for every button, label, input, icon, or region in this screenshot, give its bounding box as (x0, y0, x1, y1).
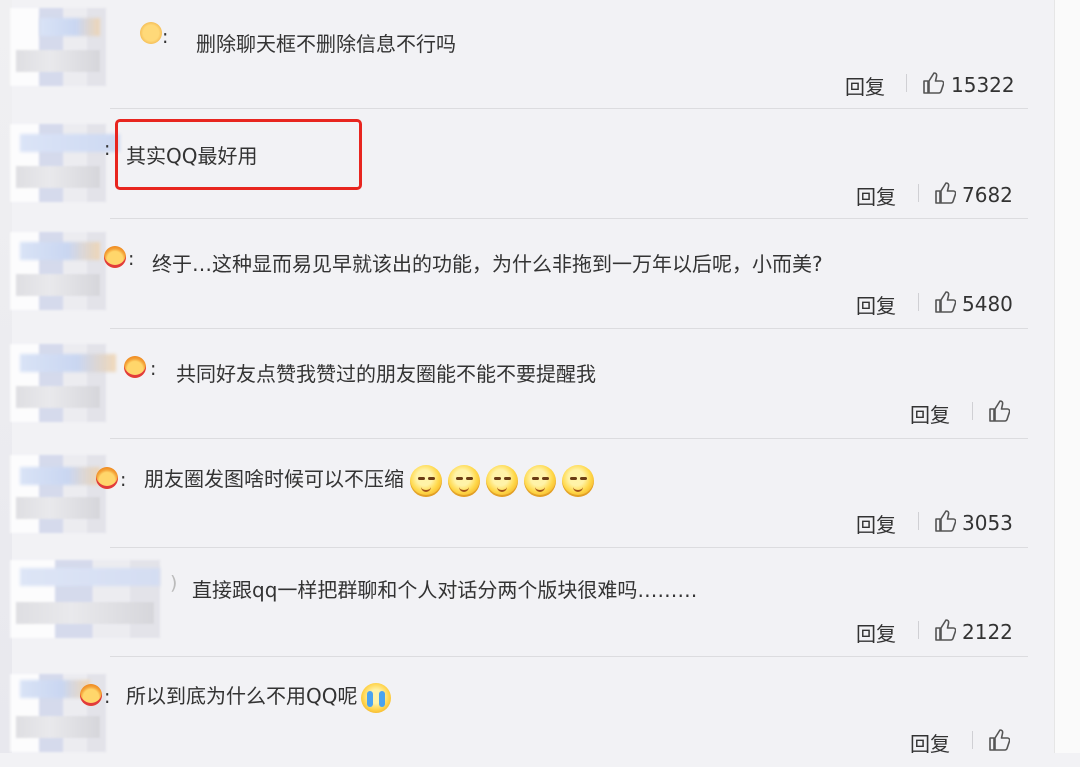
reply-button[interactable]: 回复 (856, 509, 896, 538)
comment-item: : 所以到底为什么不用QQ呢 回复 (0, 658, 1054, 767)
crying-emoji-icon (361, 682, 392, 713)
badge-icon (140, 22, 162, 44)
emoji-icon (448, 464, 480, 497)
divider (110, 328, 1028, 329)
like-count: 2122 (962, 620, 1013, 644)
comment-item: : 删除聊天框不删除信息不行吗 回复 15322 (0, 0, 1054, 109)
comment-text: 共同好友点赞我赞过的朋友圈能不能不要提醒我 (176, 362, 596, 386)
crown-badge-icon (104, 246, 126, 268)
comment-text: 所以到底为什么不用QQ呢 (126, 680, 392, 713)
emoji-icon (410, 464, 442, 497)
like-count: 5480 (962, 292, 1013, 316)
like-count: 3053 (962, 511, 1013, 535)
username-blur (20, 242, 100, 260)
thumbs-up-icon[interactable] (934, 290, 956, 314)
reply-button[interactable]: 回复 (856, 290, 896, 319)
like-count: 7682 (962, 183, 1013, 207)
reply-button[interactable]: 回复 (910, 399, 950, 428)
crown-badge-icon (96, 467, 118, 489)
reply-button[interactable]: 回复 (845, 71, 885, 100)
divider (110, 656, 1028, 657)
comment-text: 朋友圈发图啥时候可以不压缩 (144, 463, 594, 497)
emoji-icon (562, 464, 594, 497)
comment-item: : 终于…这种显而易见早就该出的功能，为什么非拖到一万年以后呢，小而美? 回复 … (0, 220, 1054, 329)
divider (110, 218, 1028, 219)
emoji-icon (524, 464, 556, 497)
thumbs-up-icon[interactable] (922, 71, 944, 95)
thumbs-up-icon[interactable] (934, 618, 956, 642)
thumbs-up-icon[interactable] (988, 728, 1010, 752)
reply-button[interactable]: 回复 (856, 618, 896, 647)
highlight-annotation (115, 119, 362, 190)
crown-badge-icon (124, 356, 146, 378)
like-count: 15322 (951, 73, 1015, 97)
reply-button[interactable]: 回复 (856, 181, 896, 210)
scrollbar[interactable] (1054, 0, 1080, 753)
username-blur (20, 568, 160, 586)
comment-item: : 朋友圈发图啥时候可以不压缩 回复 3053 (0, 439, 1054, 548)
comment-item: ) 直接跟qq一样把群聊和个人对话分两个版块很难吗……… 回复 2122 (0, 548, 1054, 657)
username-blur (20, 354, 116, 372)
divider (110, 108, 1028, 109)
username-blur (40, 18, 100, 36)
crown-badge-icon (80, 684, 102, 706)
username-blur (20, 467, 100, 485)
thumbs-up-icon[interactable] (988, 399, 1010, 423)
comment-text: 终于…这种显而易见早就该出的功能，为什么非拖到一万年以后呢，小而美? (152, 252, 823, 276)
comment-list: : 删除聊天框不删除信息不行吗 回复 15322 : 其实QQ最好用 回复 76… (0, 0, 1054, 756)
comment-text: 直接跟qq一样把群聊和个人对话分两个版块很难吗……… (192, 578, 698, 602)
emoji-icon (486, 464, 518, 497)
thumbs-up-icon[interactable] (934, 181, 956, 205)
comment-item: : 共同好友点赞我赞过的朋友圈能不能不要提醒我 回复 (0, 330, 1054, 439)
thumbs-up-icon[interactable] (934, 509, 956, 533)
comment-text: 删除聊天框不删除信息不行吗 (196, 32, 456, 56)
